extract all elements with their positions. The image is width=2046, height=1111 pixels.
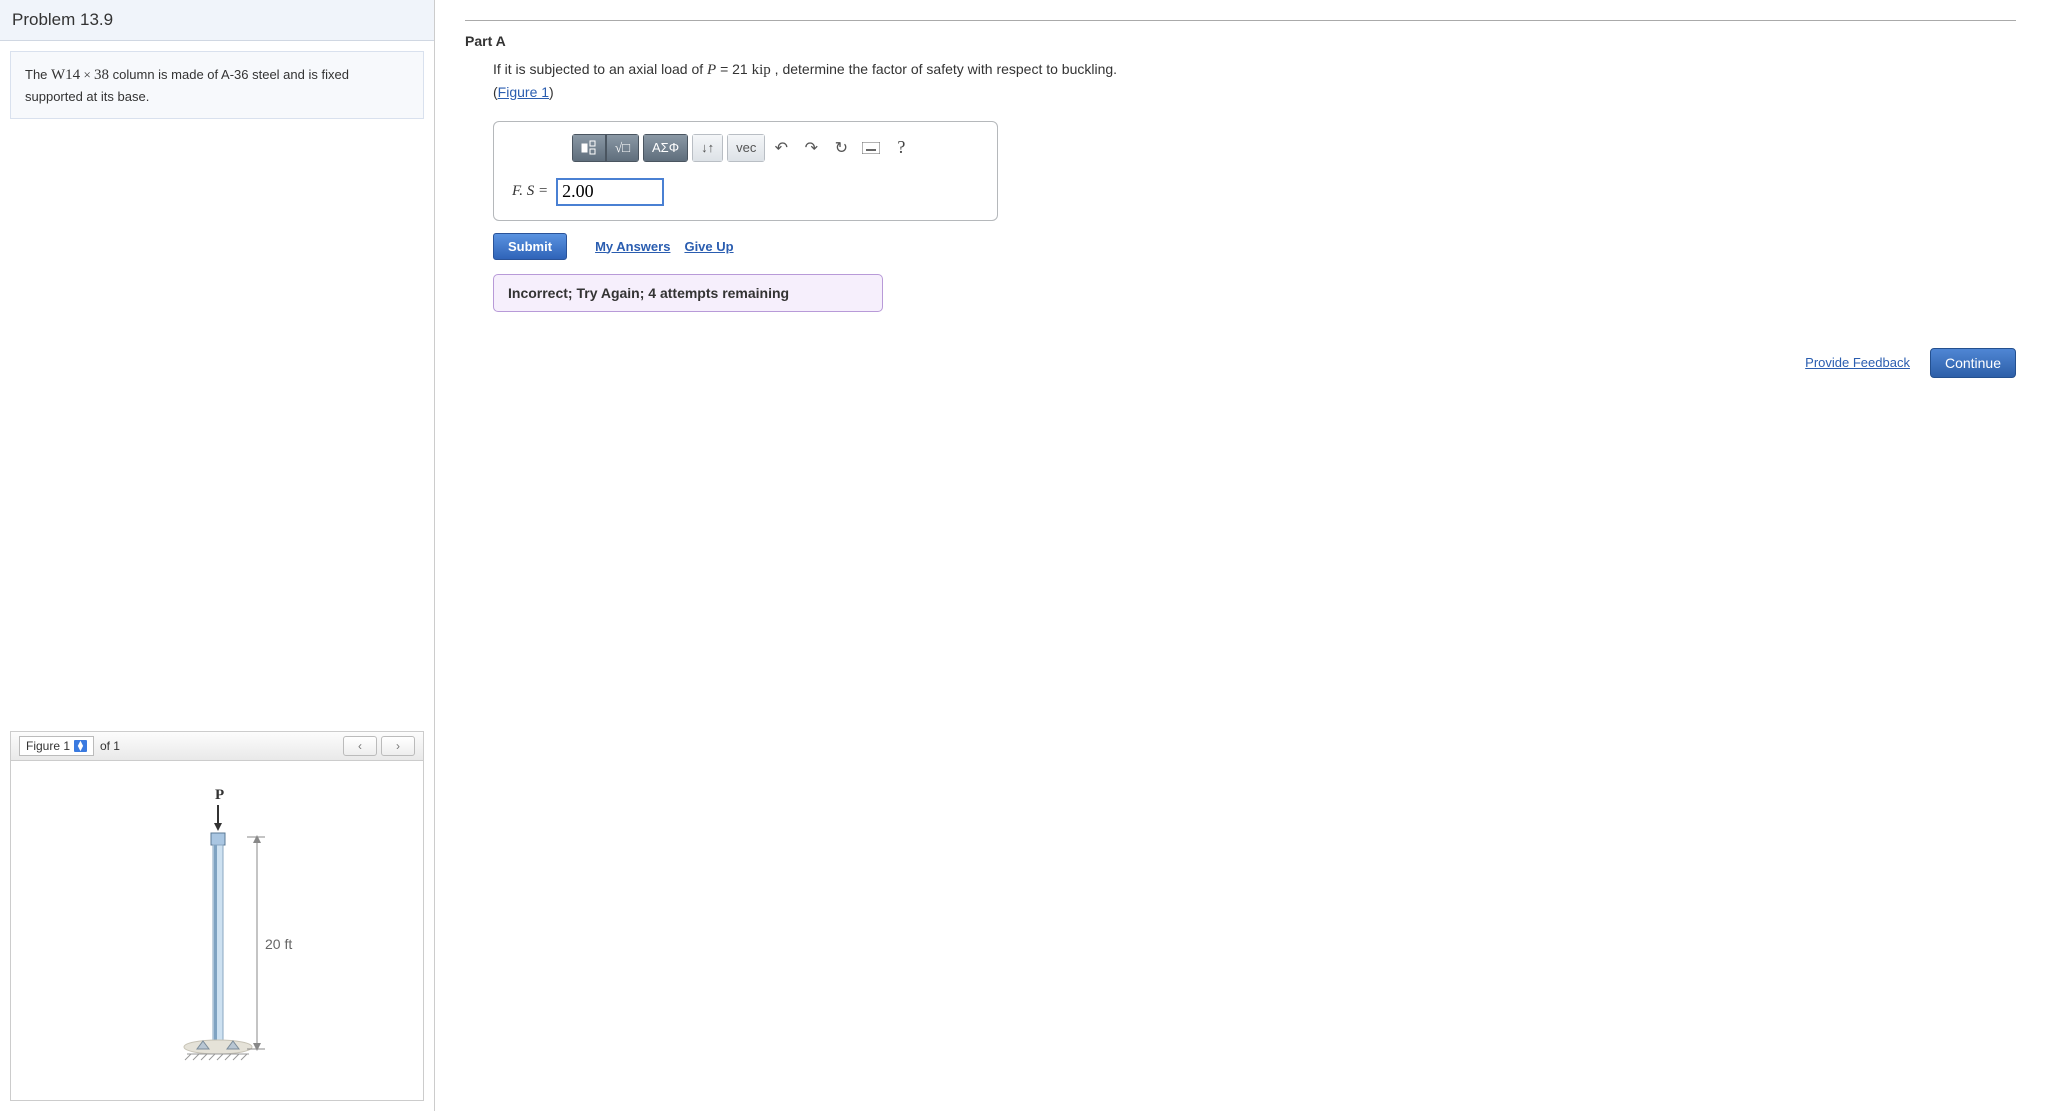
- radical-icon: √□: [615, 140, 630, 156]
- redo-button[interactable]: ↷: [797, 134, 825, 162]
- my-answers-link[interactable]: My Answers: [595, 239, 670, 254]
- parta-unit: kip: [752, 62, 771, 78]
- radical-button[interactable]: √□: [606, 134, 639, 162]
- give-up-link[interactable]: Give Up: [684, 239, 733, 254]
- part-a-label: Part A: [465, 33, 2016, 49]
- submit-button[interactable]: Submit: [493, 233, 567, 260]
- answer-panel: √□ ΑΣΦ ↓↑ vec ↶ ↷ ↻: [493, 121, 998, 221]
- feedback-message: Incorrect; Try Again; 4 attempts remaini…: [493, 274, 883, 312]
- desc-w-section: W14: [51, 67, 80, 83]
- undo-button[interactable]: ↶: [767, 134, 795, 162]
- figure-canvas: P 20 ft: [10, 761, 424, 1101]
- parta-eq: = 21: [716, 61, 751, 77]
- figure-of-label: of 1: [100, 739, 120, 753]
- figure-select-label: Figure 1: [26, 739, 70, 753]
- template-icon: [581, 140, 597, 156]
- figure-link[interactable]: Figure 1: [498, 84, 549, 100]
- chevron-left-icon: ‹: [358, 739, 362, 753]
- parta-P: P: [707, 62, 716, 78]
- column-figure-svg: P 20 ft: [97, 781, 337, 1081]
- figure-next-button[interactable]: ›: [381, 736, 415, 756]
- left-panel: Problem 13.9 The W14 × 38 column is made…: [0, 0, 435, 1111]
- reset-button[interactable]: ↻: [827, 134, 855, 162]
- figure-height-label: 20 ft: [265, 936, 292, 952]
- problem-title: Problem 13.9: [0, 0, 434, 41]
- figure-load-label: P: [215, 787, 224, 803]
- right-panel: Part A If it is subjected to an axial lo…: [435, 0, 2046, 1111]
- desc-text-pre: The: [25, 67, 51, 82]
- reset-icon: ↻: [835, 138, 848, 158]
- equation-toolbar: √□ ΑΣΦ ↓↑ vec ↶ ↷ ↻: [572, 134, 987, 162]
- footer-row: Provide Feedback Continue: [465, 348, 2016, 378]
- chevron-updown-icon: ▲▼: [74, 740, 87, 752]
- undo-icon: ↶: [775, 138, 788, 158]
- updown-icon: ↓↑: [701, 140, 714, 155]
- keyboard-button[interactable]: [857, 134, 885, 162]
- desc-times: ×: [80, 67, 94, 82]
- continue-button[interactable]: Continue: [1930, 348, 2016, 378]
- figure-prev-button[interactable]: ‹: [343, 736, 377, 756]
- figure-toolbar: Figure 1 ▲▼ of 1 ‹ ›: [10, 731, 424, 761]
- keyboard-icon: [862, 142, 880, 154]
- divider: [465, 20, 2016, 21]
- figure-selector[interactable]: Figure 1 ▲▼: [19, 736, 94, 756]
- subscript-button[interactable]: ↓↑: [692, 134, 723, 162]
- templates-button[interactable]: [572, 134, 606, 162]
- desc-section-num: 38: [94, 67, 109, 83]
- vec-button[interactable]: vec: [727, 134, 765, 162]
- provide-feedback-link[interactable]: Provide Feedback: [1805, 355, 1910, 370]
- problem-description: The W14 × 38 column is made of A-36 stee…: [10, 51, 424, 119]
- parta-pre: If it is subjected to an axial load of: [493, 61, 707, 77]
- answer-label: F. S =: [512, 183, 548, 200]
- action-row: Submit My Answers Give Up: [493, 233, 2016, 260]
- answer-input[interactable]: [556, 178, 664, 206]
- part-a-text: If it is subjected to an axial load of P…: [493, 59, 2016, 103]
- redo-icon: ↷: [805, 138, 818, 158]
- parta-post: , determine the factor of safety with re…: [771, 61, 1117, 77]
- help-button[interactable]: ?: [887, 137, 915, 158]
- greek-button[interactable]: ΑΣΦ: [643, 134, 688, 162]
- chevron-right-icon: ›: [396, 739, 400, 753]
